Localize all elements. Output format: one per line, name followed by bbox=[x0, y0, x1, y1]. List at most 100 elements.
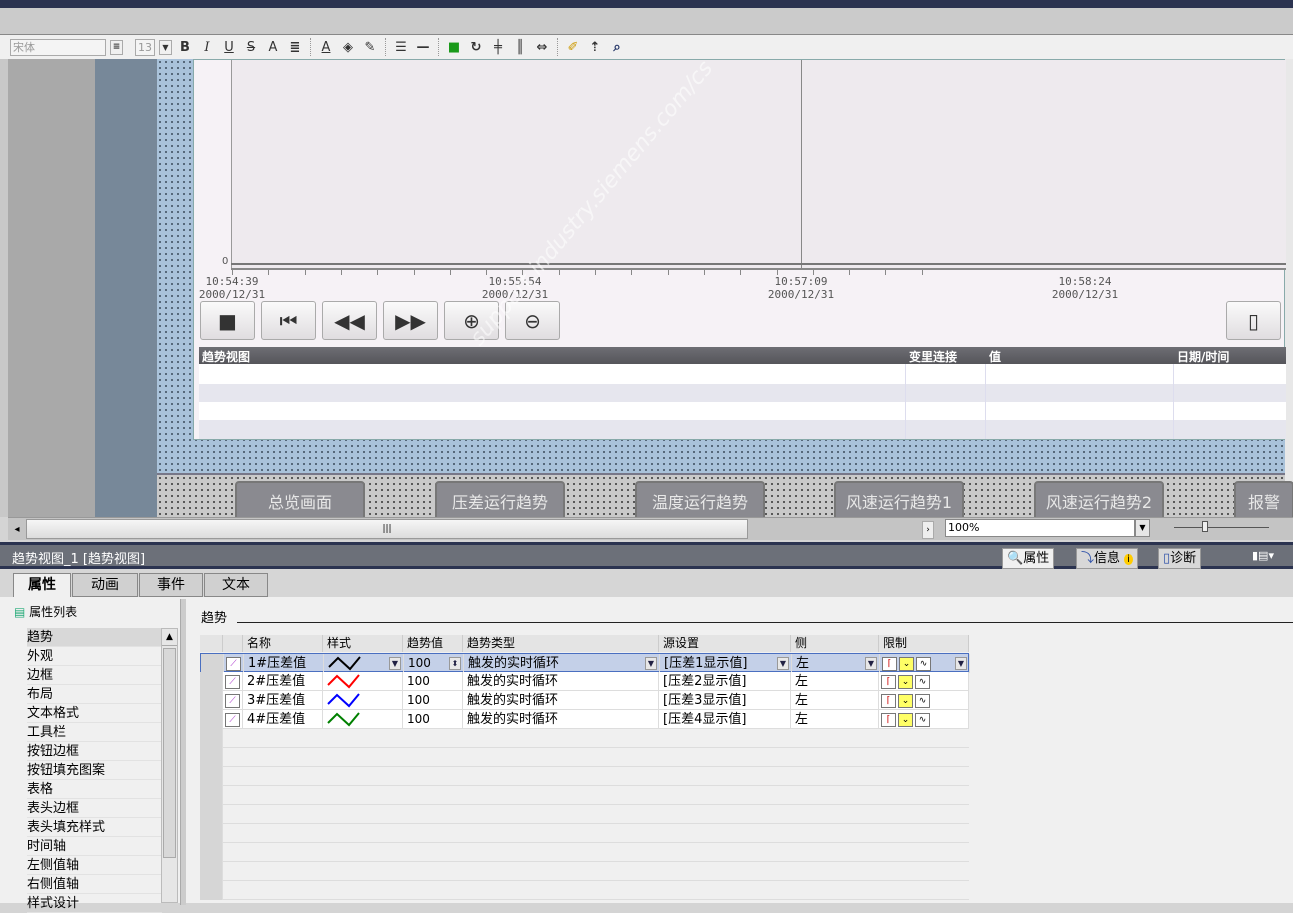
trend-type[interactable]: 触发的实时循环 bbox=[463, 691, 659, 710]
category-item[interactable]: 布局 bbox=[27, 685, 162, 704]
trend-limits[interactable]: ⌈ ⌄ ∿ bbox=[879, 710, 969, 729]
align-center-icon[interactable]: ╪ bbox=[489, 38, 507, 56]
dropdown-icon[interactable]: ▼ bbox=[865, 657, 877, 670]
nav-alarm-button[interactable]: 报警 bbox=[1234, 481, 1293, 521]
trend-row[interactable]: ⟋ 3#压差值 100 触发的实时循环 [压差3显示值] 左 ⌈ ⌄ ∿ bbox=[200, 691, 969, 710]
trend-value[interactable]: 100 bbox=[403, 710, 463, 729]
tab-texts[interactable]: 文本 bbox=[204, 573, 268, 597]
zoom-slider-track[interactable] bbox=[1174, 527, 1269, 528]
vertical-scrollbar[interactable] bbox=[1285, 59, 1293, 517]
scroll-left-icon[interactable]: ◂ bbox=[10, 521, 24, 538]
category-item[interactable]: 表头填充样式 bbox=[27, 818, 162, 837]
same-size-icon[interactable]: ⇔ bbox=[533, 38, 551, 56]
trend-source[interactable]: [压差4显示值] bbox=[659, 710, 791, 729]
category-item[interactable]: 趋势 bbox=[27, 628, 162, 647]
trend-name[interactable]: 1#压差值 bbox=[244, 654, 324, 673]
row-header[interactable] bbox=[201, 654, 224, 673]
line-color-icon[interactable]: ✎ bbox=[361, 38, 379, 56]
dropdown-icon[interactable]: ▼ bbox=[389, 657, 401, 670]
trend-style[interactable] bbox=[323, 672, 403, 691]
category-item[interactable]: 按钮填充图案 bbox=[27, 761, 162, 780]
tab-properties-right[interactable]: 🔍属性 bbox=[1002, 548, 1055, 569]
trend-limits[interactable]: ⌈ ⌄ ∿ ▼ bbox=[880, 654, 970, 673]
trend-value[interactable]: 100 bbox=[403, 691, 463, 710]
nav-pressure-trend-button[interactable]: 压差运行趋势 bbox=[435, 481, 565, 521]
font-grow-button[interactable]: A bbox=[264, 38, 282, 56]
spinner-icon[interactable]: ⬍ bbox=[449, 657, 461, 670]
zoom-in-button[interactable]: ⊕ bbox=[444, 301, 499, 340]
trend-side[interactable]: 左 bbox=[791, 691, 879, 710]
distribute-icon[interactable]: ║ bbox=[511, 38, 529, 56]
nav-wind-trend1-button[interactable]: 风速运行趋势1 bbox=[834, 481, 964, 521]
dropdown-icon[interactable]: ▼ bbox=[645, 657, 657, 670]
nav-overview-button[interactable]: 总览画面 bbox=[235, 481, 365, 521]
text-color-button[interactable]: A bbox=[317, 38, 335, 56]
fill-color-icon[interactable]: ◈ bbox=[339, 38, 357, 56]
trend-type[interactable]: 触发的实时循环 bbox=[463, 710, 659, 729]
forward-button[interactable]: ▶▶ bbox=[383, 301, 438, 340]
category-item[interactable]: 左侧值轴 bbox=[27, 856, 162, 875]
category-item[interactable]: 外观 bbox=[27, 647, 162, 666]
font-name-input[interactable]: 宋体 bbox=[10, 38, 106, 56]
trend-style[interactable] bbox=[323, 710, 403, 729]
ruler-button[interactable]: ▯ bbox=[1226, 301, 1281, 340]
strikethrough-button[interactable]: S bbox=[242, 38, 260, 56]
trend-style[interactable]: ▼ bbox=[324, 654, 404, 673]
horizontal-scroll-thumb[interactable]: ||| bbox=[26, 519, 748, 539]
trend-type[interactable]: 触发的实时循环 ▼ bbox=[464, 654, 660, 673]
zoom-select[interactable]: 100% bbox=[945, 519, 1135, 537]
line-style-icon[interactable]: — bbox=[414, 38, 432, 56]
tab-events[interactable]: 事件 bbox=[139, 573, 203, 597]
zoom-out-button[interactable]: ⊖ bbox=[505, 301, 560, 340]
trend-style[interactable] bbox=[323, 691, 403, 710]
layer-icon[interactable]: ⇡ bbox=[586, 38, 604, 56]
trend-value[interactable]: 100 bbox=[403, 672, 463, 691]
bold-button[interactable]: B bbox=[176, 38, 194, 56]
category-item[interactable]: 表格 bbox=[27, 780, 162, 799]
trend-row[interactable]: ⟋ 4#压差值 100 触发的实时循环 [压差4显示值] 左 ⌈ ⌄ ∿ bbox=[200, 710, 969, 729]
category-item[interactable]: 按钮边框 bbox=[27, 742, 162, 761]
trend-row[interactable]: ⟋ 1#压差值 ▼ 100 ⬍ 触发的实时循环 ▼ [压差1显示值] ▼ 左 ▼ ⌈ ⌄ ∿… bbox=[200, 653, 970, 673]
category-item[interactable]: 时间轴 bbox=[27, 837, 162, 856]
tab-animation[interactable]: 动画 bbox=[72, 573, 138, 597]
category-item[interactable]: 表头边框 bbox=[27, 799, 162, 818]
splitter[interactable] bbox=[180, 599, 186, 905]
row-header[interactable] bbox=[200, 691, 223, 710]
trend-name[interactable]: 2#压差值 bbox=[243, 672, 323, 691]
category-item[interactable]: 样式设计 bbox=[27, 894, 162, 913]
zoom-dropdown-icon[interactable]: ▼ bbox=[1135, 519, 1150, 537]
category-item[interactable]: 右侧值轴 bbox=[27, 875, 162, 894]
trend-row[interactable]: ⟋ 2#压差值 100 触发的实时循环 [压差2显示值] 左 ⌈ ⌄ ∿ bbox=[200, 672, 969, 691]
trend-side[interactable]: 左 ▼ bbox=[792, 654, 880, 673]
scroll-right-icon[interactable]: › bbox=[922, 521, 934, 539]
trend-name[interactable]: 4#压差值 bbox=[243, 710, 323, 729]
zoom-slider-thumb[interactable] bbox=[1202, 521, 1208, 532]
row-header[interactable] bbox=[200, 672, 223, 691]
font-size-input[interactable]: 13 bbox=[135, 38, 155, 56]
dropdown-icon[interactable]: ▼ bbox=[955, 657, 967, 670]
tab-info[interactable]: ⤵信息 i bbox=[1076, 548, 1138, 569]
nav-temperature-trend-button[interactable]: 温度运行趋势 bbox=[635, 481, 765, 521]
align-icon[interactable]: ≣ bbox=[286, 38, 304, 56]
backward-button[interactable]: ◀◀ bbox=[322, 301, 377, 340]
zoom-select-icon[interactable]: ⌕ bbox=[608, 38, 626, 56]
dropdown-icon[interactable]: ▼ bbox=[777, 657, 789, 670]
panel-window-controls-icon[interactable]: ▮▤▾ bbox=[1252, 549, 1274, 562]
row-header[interactable] bbox=[200, 710, 223, 729]
italic-button[interactable]: I bbox=[198, 38, 216, 56]
property-list-toggle[interactable]: ▤ 属性列表 bbox=[14, 603, 77, 620]
category-item[interactable]: 工具栏 bbox=[27, 723, 162, 742]
tab-properties[interactable]: 属性 bbox=[13, 573, 71, 597]
trend-source[interactable]: [压差3显示值] bbox=[659, 691, 791, 710]
category-item[interactable]: 边框 bbox=[27, 666, 162, 685]
underline-button[interactable]: U bbox=[220, 38, 238, 56]
nav-wind-trend2-button[interactable]: 风速运行趋势2 bbox=[1034, 481, 1164, 521]
trend-limits[interactable]: ⌈ ⌄ ∿ bbox=[879, 672, 969, 691]
category-item[interactable]: 文本格式 bbox=[27, 704, 162, 723]
stop-button[interactable]: ■ bbox=[200, 301, 255, 340]
line-width-icon[interactable]: ☰ bbox=[392, 38, 410, 56]
bring-front-icon[interactable]: ■ bbox=[445, 38, 463, 56]
trend-source[interactable]: [压差1显示值] ▼ bbox=[660, 654, 792, 673]
tab-diagnostics[interactable]: ▯诊断 bbox=[1158, 548, 1202, 569]
trend-type[interactable]: 触发的实时循环 bbox=[463, 672, 659, 691]
